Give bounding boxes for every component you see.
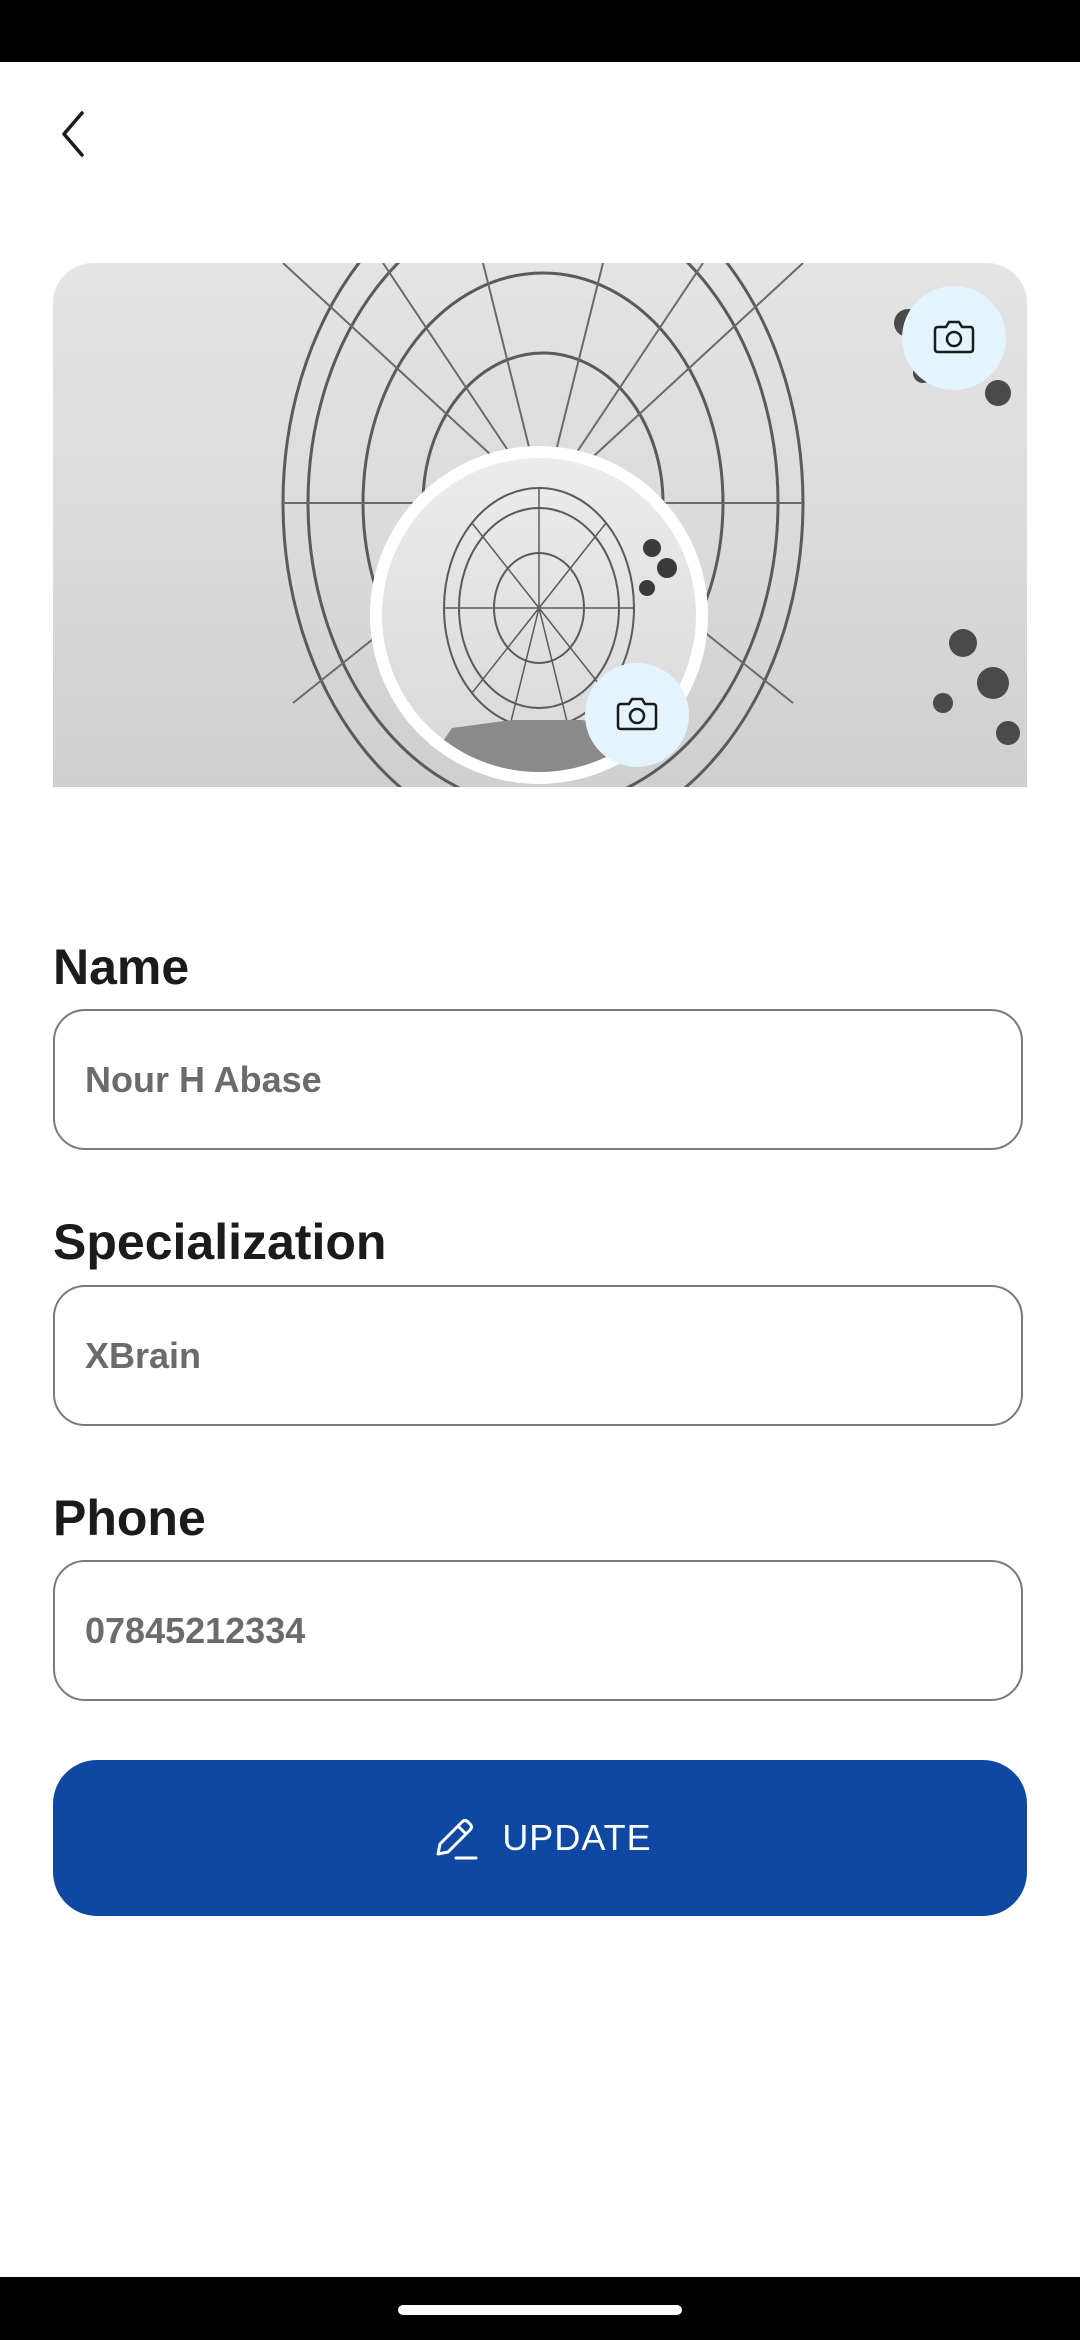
- edit-pencil-icon: [428, 1812, 480, 1864]
- specialization-label: Specialization: [53, 1214, 387, 1270]
- camera-icon: [615, 694, 659, 737]
- back-button[interactable]: [48, 104, 98, 168]
- name-field-value: Nour H Abase: [85, 1058, 322, 1100]
- name-field[interactable]: Nour H Abase: [53, 1009, 1023, 1150]
- name-label: Name: [53, 939, 190, 995]
- change-avatar-photo-button[interactable]: [585, 663, 689, 767]
- camera-icon: [932, 317, 976, 360]
- update-button-label: UPDATE: [502, 1817, 652, 1858]
- specialization-field[interactable]: XBrain: [53, 1285, 1023, 1426]
- phone-field-value: 07845212334: [85, 1609, 306, 1651]
- phone-field[interactable]: 07845212334: [53, 1560, 1023, 1701]
- update-button[interactable]: UPDATE: [53, 1760, 1027, 1916]
- home-indicator[interactable]: [398, 2305, 682, 2315]
- chevron-left-icon: [56, 109, 90, 164]
- specialization-field-value: XBrain: [85, 1334, 202, 1376]
- status-bar: [0, 0, 1080, 62]
- phone-label: Phone: [53, 1490, 206, 1546]
- change-cover-photo-button[interactable]: [902, 286, 1006, 390]
